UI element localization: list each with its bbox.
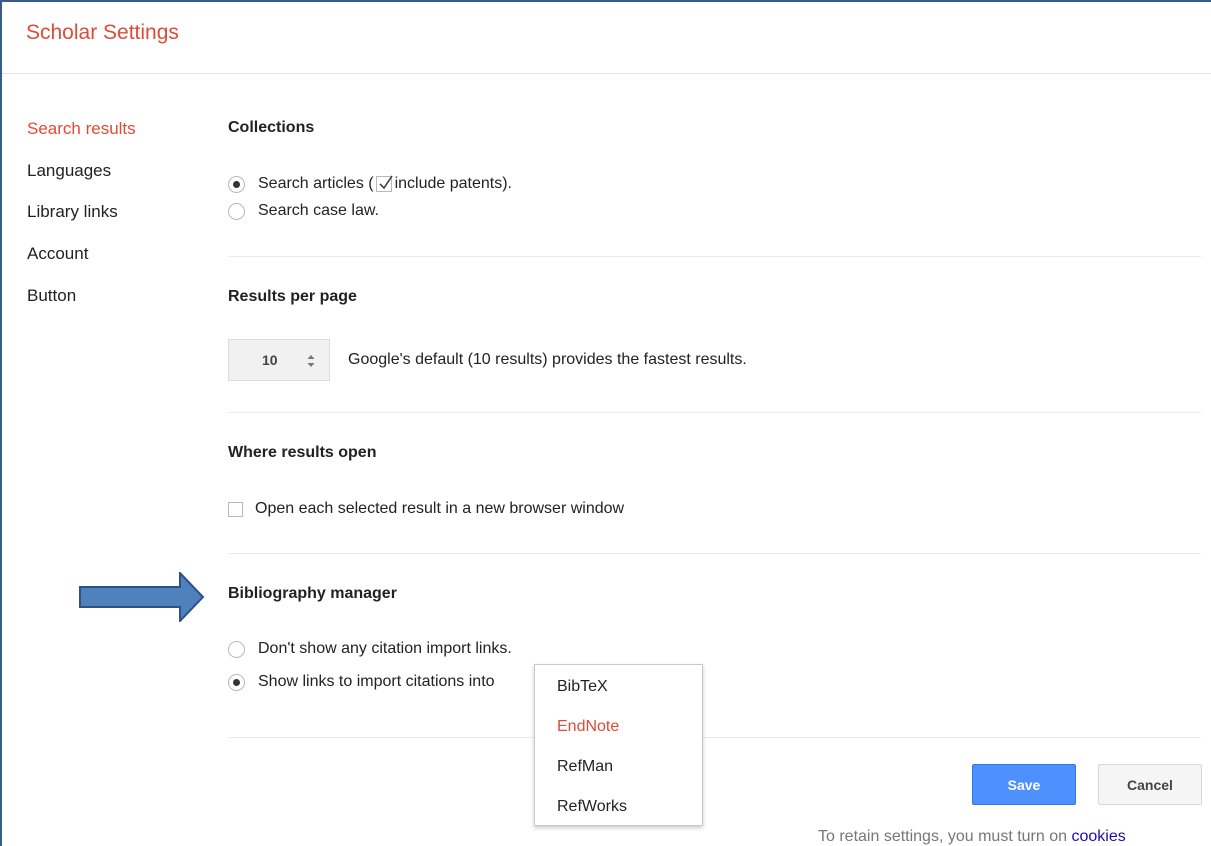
results-per-page-select[interactable]: 10 xyxy=(228,339,330,381)
search-case-law-radio[interactable] xyxy=(228,202,245,220)
no-citation-links-option[interactable]: Don't show any citation import links. xyxy=(228,640,512,658)
cancel-button[interactable]: Cancel xyxy=(1098,764,1202,805)
dropdown-option-bibtex[interactable]: BibTeX xyxy=(557,678,608,696)
section-divider xyxy=(228,553,1201,554)
search-articles-option[interactable]: Search articles ( include patents). xyxy=(228,175,512,193)
nav-item-search-results[interactable]: Search results xyxy=(27,119,136,139)
nav-item-languages[interactable]: Languages xyxy=(27,161,111,181)
where-results-open-title: Where results open xyxy=(228,444,377,461)
search-case-law-label: Search case law. xyxy=(258,202,379,219)
dropdown-option-refman[interactable]: RefMan xyxy=(557,758,613,776)
nav-item-button[interactable]: Button xyxy=(27,286,76,306)
page-title: Scholar Settings xyxy=(26,21,179,44)
show-citation-links-option[interactable]: Show links to import citations into xyxy=(228,673,495,691)
search-articles-label: Search articles ( xyxy=(258,175,374,192)
right-arrow-icon xyxy=(79,572,205,622)
dropdown-option-endnote[interactable]: EndNote xyxy=(557,718,619,736)
no-citation-links-radio[interactable] xyxy=(228,640,245,658)
nav-item-library-links[interactable]: Library links xyxy=(27,202,118,222)
include-patents-label: include patents). xyxy=(394,175,512,192)
bibliography-manager-title: Bibliography manager xyxy=(228,585,397,602)
cookies-notice: To retain settings, you must turn on coo… xyxy=(818,828,1126,846)
section-divider xyxy=(228,256,1201,257)
search-case-law-option[interactable]: Search case law. xyxy=(228,202,379,220)
section-divider xyxy=(228,737,1201,738)
citation-format-dropdown[interactable]: BibTeX EndNote RefMan RefWorks xyxy=(534,664,703,826)
include-patents-checkbox[interactable] xyxy=(375,175,393,192)
settings-header: Scholar Settings xyxy=(2,2,1211,74)
show-citation-links-label: Show links to import citations into xyxy=(258,673,495,690)
results-per-page-title: Results per page xyxy=(228,288,357,305)
dropdown-option-refworks[interactable]: RefWorks xyxy=(557,798,627,816)
no-citation-links-label: Don't show any citation import links. xyxy=(258,640,512,657)
new-window-label: Open each selected result in a new brows… xyxy=(255,500,625,517)
new-window-checkbox[interactable] xyxy=(228,501,243,517)
cookies-link[interactable]: cookies xyxy=(1071,828,1125,845)
section-divider xyxy=(228,412,1201,413)
new-window-option[interactable]: Open each selected result in a new brows… xyxy=(228,500,624,518)
show-citation-links-radio[interactable] xyxy=(228,673,245,691)
check-icon xyxy=(379,175,393,190)
up-down-arrows-icon xyxy=(307,355,315,367)
save-button[interactable]: Save xyxy=(972,764,1076,805)
collections-title: Collections xyxy=(228,119,315,136)
search-articles-radio[interactable] xyxy=(228,175,245,193)
nav-item-account[interactable]: Account xyxy=(27,244,88,264)
results-per-page-value: 10 xyxy=(262,352,278,368)
cookies-notice-text: To retain settings, you must turn on xyxy=(818,828,1068,845)
results-per-page-note: Google's default (10 results) provides t… xyxy=(348,351,747,368)
